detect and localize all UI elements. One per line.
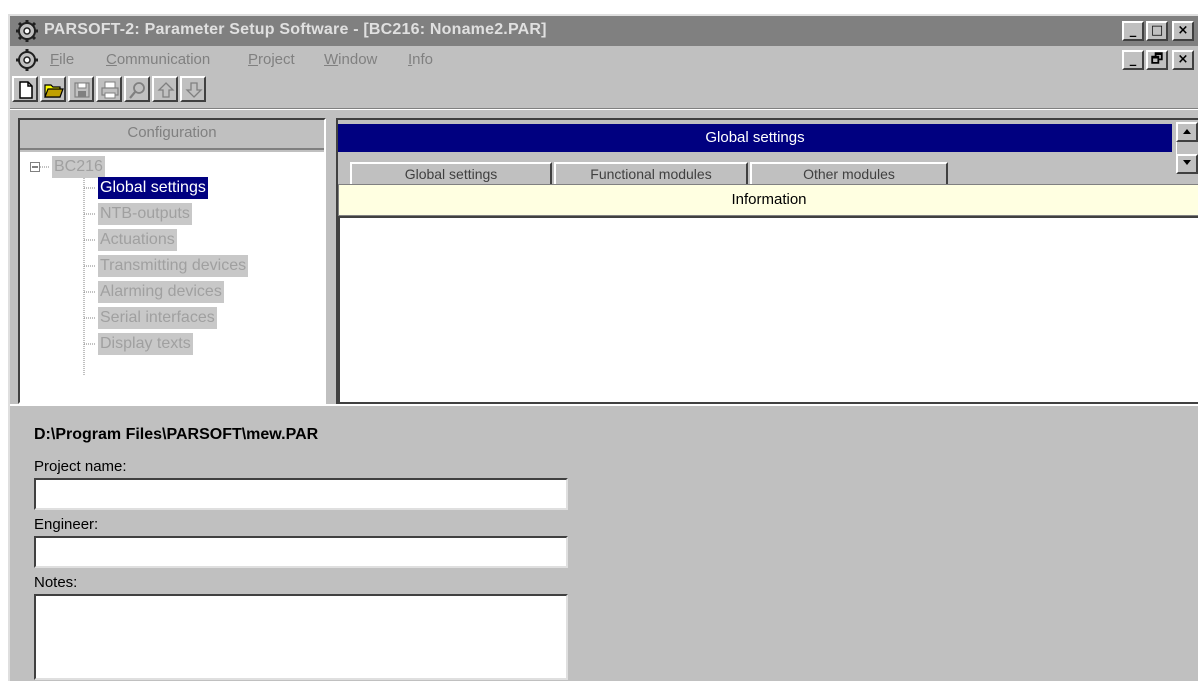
- menu-file[interactable]: File: [50, 51, 74, 68]
- save-button[interactable]: [68, 76, 94, 102]
- application-window: PARSOFT-2: Parameter Setup Software - [B…: [8, 14, 1198, 681]
- tree-item-transmitting-devices[interactable]: Transmitting devices: [98, 255, 249, 277]
- information-header: Information: [338, 184, 1198, 216]
- tree-item-global-settings[interactable]: Global settings: [98, 177, 208, 199]
- menu-communication[interactable]: Communication: [106, 51, 210, 68]
- project-details: D:\Program Files\PARSOFT\mew.PAR Project…: [10, 404, 1198, 681]
- information-area: [338, 216, 1198, 404]
- toolbar: [10, 74, 1198, 108]
- open-button[interactable]: [40, 76, 66, 102]
- download-icon: [185, 82, 203, 98]
- settings-pane: Global settings Global settings Function…: [336, 118, 1198, 404]
- document-gear-icon[interactable]: [16, 49, 38, 71]
- menu-window-accel: W: [324, 51, 339, 68]
- mdi-restore-button[interactable]: 🗗: [1146, 50, 1168, 70]
- scroll-up-icon: [1183, 129, 1191, 134]
- mdi-minimize-button[interactable]: _: [1122, 50, 1144, 70]
- configuration-tree[interactable]: BC216 Global settings NTB-outputs Actuat…: [20, 152, 324, 402]
- mdi-close-button[interactable]: ×: [1172, 50, 1194, 70]
- menu-info-rest: nfo: [412, 51, 434, 68]
- find-button[interactable]: [124, 76, 150, 102]
- configuration-pane: Configuration BC216 Global settings NTB-…: [18, 118, 326, 404]
- menu-info[interactable]: Info: [408, 51, 433, 68]
- menu-bar: File Communication Project Window Info _…: [10, 46, 1198, 74]
- configuration-header: Configuration: [20, 120, 324, 150]
- notes-label: Notes:: [34, 574, 78, 591]
- menu-file-rest: ile: [59, 51, 75, 68]
- tree-item-ntb-outputs[interactable]: NTB-outputs: [98, 203, 192, 225]
- menu-communication-accel: C: [106, 51, 117, 68]
- menu-window-rest: indow: [338, 51, 378, 68]
- scroll-up-button[interactable]: [1176, 122, 1198, 142]
- collapse-icon[interactable]: [30, 162, 40, 172]
- scroll-down-button[interactable]: [1176, 154, 1198, 174]
- scroll-track[interactable]: [1176, 142, 1198, 154]
- open-icon: [44, 84, 64, 98]
- tree-item-display-texts[interactable]: Display texts: [98, 333, 193, 355]
- menu-window[interactable]: Window: [324, 51, 377, 68]
- project-name-label: Project name:: [34, 458, 127, 475]
- engineer-label: Engineer:: [34, 516, 99, 533]
- tab-functional-modules[interactable]: Functional modules: [554, 162, 748, 184]
- download-button[interactable]: [180, 76, 206, 102]
- tab-global-settings[interactable]: Global settings: [350, 162, 552, 184]
- upload-button[interactable]: [152, 76, 178, 102]
- toolbar-separator: [10, 108, 1198, 110]
- menu-communication-rest: ommunication: [116, 51, 211, 68]
- tree-item-actuations[interactable]: Actuations: [98, 229, 177, 251]
- app-gear-icon: [16, 20, 38, 42]
- scroll-down-icon: [1183, 160, 1191, 165]
- engineer-field[interactable]: [34, 536, 568, 568]
- close-button[interactable]: ×: [1172, 21, 1194, 41]
- notes-field[interactable]: [34, 594, 568, 680]
- new-icon: [19, 81, 33, 99]
- tab-other-modules[interactable]: Other modules: [750, 162, 948, 184]
- print-icon: [101, 81, 119, 99]
- menu-file-accel: F: [50, 51, 60, 68]
- menu-project-accel: P: [248, 51, 259, 68]
- project-file-path: D:\Program Files\PARSOFT\mew.PAR: [34, 426, 319, 443]
- upload-icon: [157, 82, 175, 98]
- tree-root-bc216[interactable]: BC216: [52, 156, 105, 178]
- tree-item-alarming-devices[interactable]: Alarming devices: [98, 281, 224, 303]
- panel-title: Global settings: [338, 124, 1172, 152]
- new-button[interactable]: [12, 76, 38, 102]
- title-bar[interactable]: PARSOFT-2: Parameter Setup Software - [B…: [10, 16, 1198, 46]
- menu-project[interactable]: Project: [248, 51, 295, 68]
- save-icon: [74, 82, 90, 98]
- project-name-field[interactable]: [34, 478, 568, 510]
- menu-project-rest: roject: [258, 51, 295, 68]
- find-icon: [129, 82, 145, 99]
- minimize-button[interactable]: _: [1122, 21, 1144, 41]
- maximize-button[interactable]: □: [1146, 21, 1168, 41]
- print-button[interactable]: [96, 76, 122, 102]
- tree-item-serial-interfaces[interactable]: Serial interfaces: [98, 307, 217, 329]
- window-title: PARSOFT-2: Parameter Setup Software - [B…: [44, 21, 547, 38]
